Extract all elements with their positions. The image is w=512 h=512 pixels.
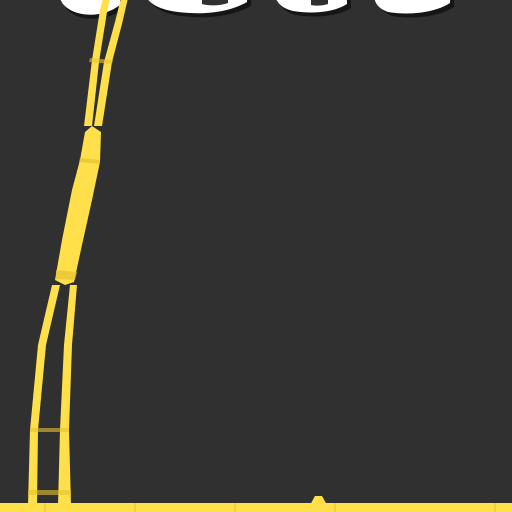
canvas-viewport [0, 0, 512, 512]
stroke-drawing [0, 0, 512, 512]
baseline-bar [0, 503, 512, 512]
stroke-path-icon[interactable] [55, 126, 101, 285]
left-lower-joint-shade [28, 490, 71, 495]
stroke-path-icon[interactable] [84, 0, 128, 126]
left-mid-joint-shade [30, 428, 69, 432]
left-lower-stroke-a [28, 285, 60, 505]
peak-marker-icon[interactable] [310, 496, 327, 505]
left-lower-stroke-b [58, 285, 77, 505]
ground-line-icon [0, 503, 512, 512]
stroke-path-icon[interactable] [28, 285, 77, 505]
middle-thick-stroke [55, 126, 101, 285]
peak-marker [310, 496, 327, 505]
